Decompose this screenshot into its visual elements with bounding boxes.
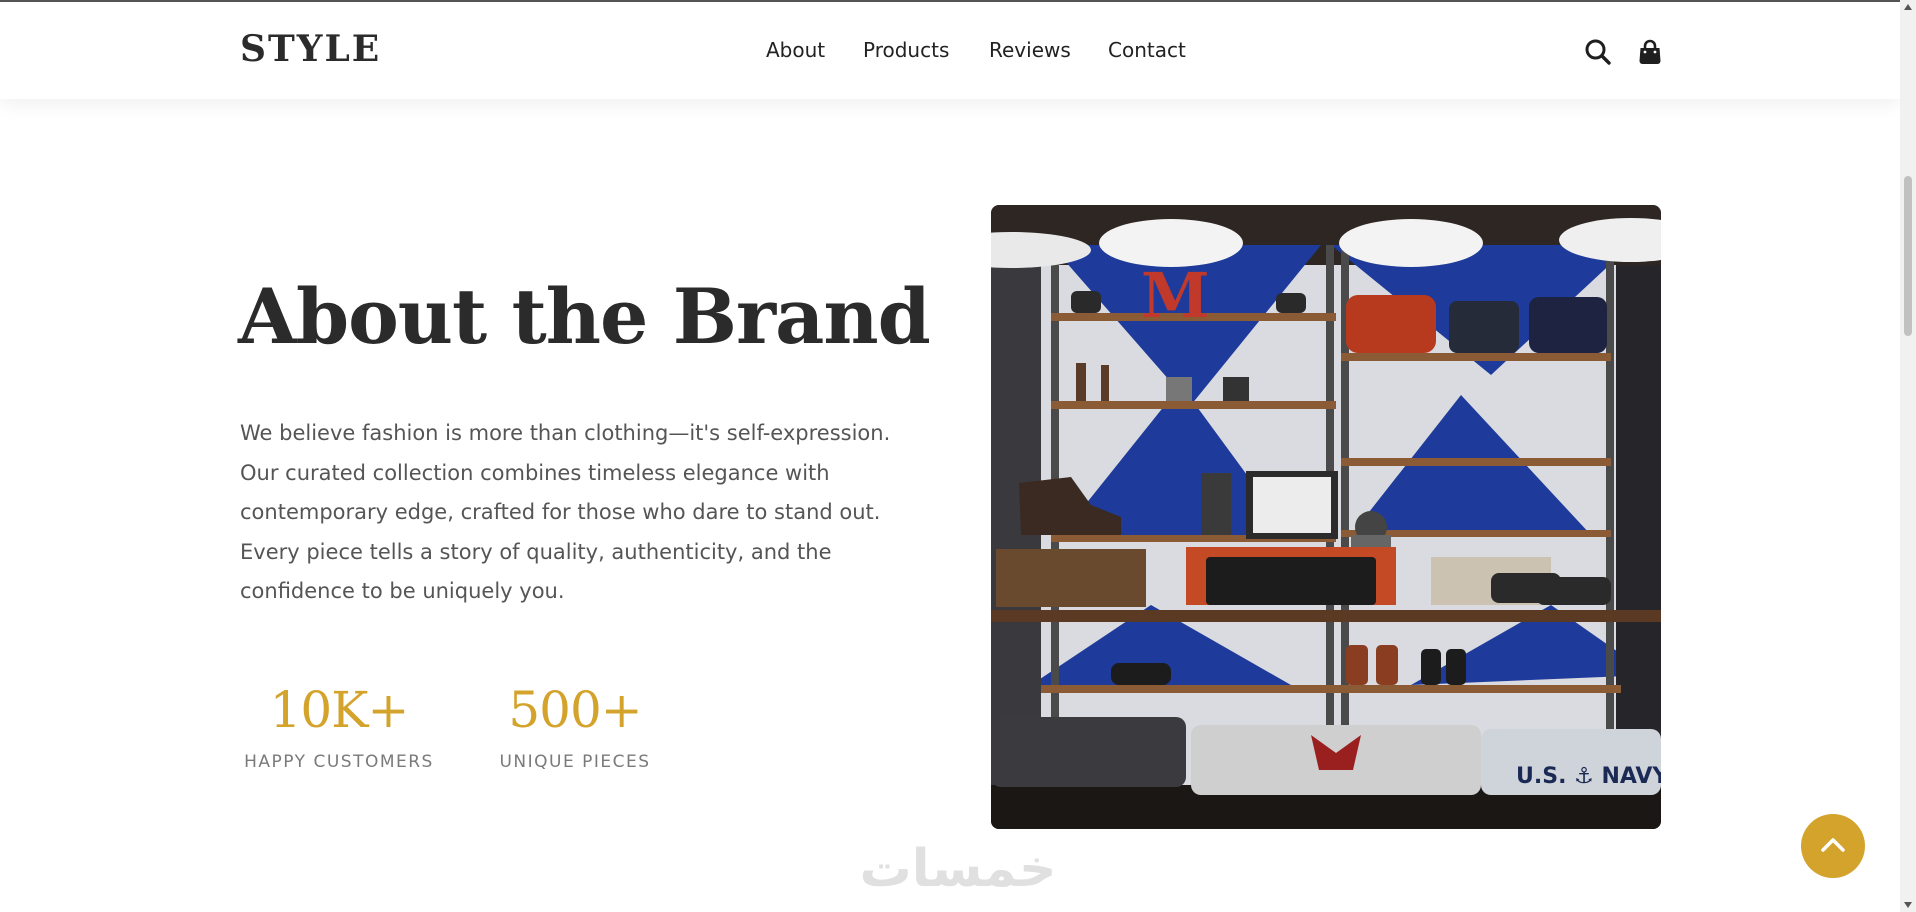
stat-happy-customers: 10K+ HAPPY CUSTOMERS — [240, 680, 438, 772]
shopping-bag-icon[interactable] — [1636, 38, 1664, 66]
store-photo: M U.S. ⚓ NAVY — [991, 205, 1661, 829]
scroll-down-arrow-icon[interactable] — [1904, 902, 1912, 908]
about-title: About the Brand — [238, 272, 931, 361]
stat-unique-pieces: 500+ UNIQUE PIECES — [498, 680, 652, 772]
about-description: We believe fashion is more than clothing… — [240, 421, 891, 604]
scroll-up-arrow-icon[interactable] — [1904, 4, 1912, 10]
chevron-up-icon — [1821, 838, 1845, 852]
watermark-text: خمسات — [859, 839, 1056, 896]
nav-products[interactable]: Products — [863, 38, 949, 62]
store-sign-m: M — [1141, 259, 1210, 332]
navy-sweater-text: U.S. ⚓ NAVY — [1516, 764, 1661, 789]
nav-reviews[interactable]: Reviews — [989, 38, 1071, 62]
search-icon[interactable] — [1584, 38, 1612, 66]
stat-value: 500+ — [508, 681, 642, 739]
nav-about[interactable]: About — [766, 38, 825, 62]
stat-value: 10K+ — [269, 681, 410, 739]
stat-label: UNIQUE PIECES — [499, 752, 651, 772]
nav-contact[interactable]: Contact — [1108, 38, 1186, 62]
scrollbar-thumb[interactable] — [1904, 176, 1912, 336]
watermark-logo: خمسات — [842, 836, 1074, 899]
stat-label: HAPPY CUSTOMERS — [244, 752, 434, 772]
brand-logo[interactable]: STYLE — [240, 28, 381, 70]
page-scrollbar[interactable] — [1900, 0, 1916, 912]
site-header: STYLE About Products Reviews Contact — [0, 2, 1900, 99]
back-to-top-button[interactable] — [1801, 814, 1865, 878]
